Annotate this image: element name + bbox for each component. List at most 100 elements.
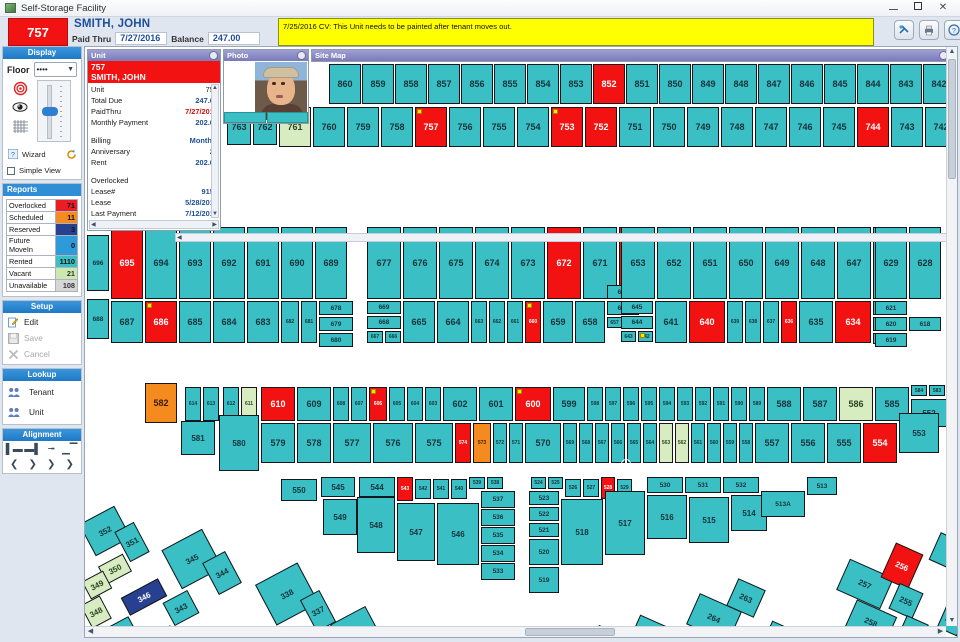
help-button[interactable]: ? (944, 20, 960, 40)
map-unit[interactable]: 679 (319, 317, 353, 331)
unit-panel-pin-icon[interactable] (209, 51, 218, 60)
map-unit[interactable]: 744 (857, 107, 889, 147)
nudge-right-icon[interactable]: ❯ (45, 458, 58, 471)
map-unit[interactable]: 645 (621, 301, 653, 314)
scroll-up-arrow[interactable]: ▲ (212, 85, 218, 91)
photo-tab-1[interactable] (224, 112, 266, 123)
map-unit[interactable]: 535 (481, 527, 515, 544)
map-unit[interactable]: 750 (653, 107, 685, 147)
map-unit[interactable]: 643 (621, 331, 636, 342)
map-unit[interactable]: 562 (675, 423, 689, 463)
map-unit[interactable]: 843 (890, 64, 922, 104)
map-unit[interactable]: 547 (397, 503, 435, 561)
inner-scroll-left-arrow[interactable]: ◀ (177, 234, 182, 241)
nudge-left-icon[interactable]: ❮ (8, 458, 21, 471)
report-row[interactable]: Future MoveIn 0 (6, 235, 78, 256)
map-unit[interactable]: 348 (85, 595, 112, 629)
map-unit[interactable]: 523 (529, 491, 559, 505)
map-unit[interactable]: 664 (437, 301, 469, 343)
map-unit[interactable]: 517 (605, 491, 645, 555)
map-unit[interactable]: 542 (415, 479, 431, 499)
map-unit[interactable]: 687 (111, 301, 143, 343)
current-unit-badge[interactable]: 757 (8, 18, 68, 46)
map-unit[interactable]: 573 (473, 423, 491, 463)
paid-thru-value[interactable]: 7/27/2016 (115, 32, 168, 45)
setup-item-edit[interactable]: Edit (5, 314, 79, 330)
tools-button[interactable] (894, 20, 914, 40)
map-unit[interactable]: 515 (689, 497, 729, 543)
map-unit[interactable]: 549 (323, 499, 357, 535)
map-unit[interactable]: 513A (761, 491, 805, 517)
map-scroll-left[interactable]: ◀ (85, 627, 96, 637)
align-left-icon[interactable]: ▌▬ (6, 443, 23, 456)
scroll-left-arrow[interactable]: ◀ (91, 221, 96, 228)
map-unit[interactable]: 599 (553, 387, 585, 421)
sitemap-inner-hscrollbar[interactable]: ◀ ▶ (175, 233, 955, 242)
map-unit[interactable]: 525 (548, 477, 563, 489)
floor-select[interactable]: •••• ▼ (33, 62, 77, 77)
map-unit[interactable]: 682 (281, 301, 299, 343)
map-unit[interactable]: 539 (469, 477, 485, 489)
map-unit[interactable]: 850 (659, 64, 691, 104)
nudge-up-icon[interactable]: ❯ (63, 458, 76, 471)
map-unit[interactable]: 605 (389, 387, 405, 421)
map-unit[interactable]: 567 (595, 423, 609, 463)
map-unit[interactable]: 845 (824, 64, 856, 104)
map-unit[interactable]: 662 (489, 301, 505, 343)
map-unit[interactable]: 582 (145, 383, 177, 423)
map-unit[interactable]: 747 (755, 107, 787, 147)
map-unit[interactable]: 513 (807, 477, 837, 495)
map-unit[interactable]: 540 (451, 479, 467, 499)
map-unit[interactable]: 566 (611, 423, 625, 463)
map-unit[interactable]: 603 (425, 387, 441, 421)
map-unit[interactable]: 532 (723, 477, 759, 493)
maximize-button[interactable] (912, 2, 924, 14)
map-unit[interactable]: 844 (857, 64, 889, 104)
map-unit[interactable]: 859 (362, 64, 394, 104)
simple-view-checkbox[interactable] (7, 166, 15, 175)
map-unit[interactable]: 563 (659, 423, 673, 463)
map-unit[interactable]: 588 (767, 387, 801, 421)
map-unit[interactable]: 564 (643, 423, 657, 463)
map-unit[interactable]: 577 (333, 423, 371, 463)
lookup-item-unit[interactable]: Unit (5, 402, 79, 422)
map-unit[interactable]: 548 (357, 497, 395, 553)
map-unit[interactable]: 684 (213, 301, 245, 343)
unit-panel-vscrollbar[interactable]: ▲ ▼ (211, 84, 219, 218)
map-unit[interactable]: 541 (433, 479, 449, 499)
map-unit[interactable]: 696 (87, 235, 109, 291)
map-unit[interactable]: 572 (493, 423, 507, 463)
minimize-button[interactable] (887, 2, 899, 14)
map-unit[interactable]: 569 (563, 423, 577, 463)
map-unit[interactable]: 759 (347, 107, 379, 147)
map-hscroll-thumb[interactable] (525, 628, 615, 636)
map-unit[interactable]: 667 (367, 331, 383, 343)
map-unit[interactable]: 570 (525, 423, 561, 463)
map-unit[interactable]: 598 (587, 387, 603, 421)
map-unit[interactable]: 538 (487, 477, 503, 489)
map-scroll-right[interactable]: ▶ (935, 627, 946, 637)
slider-thumb[interactable] (42, 107, 58, 116)
map-unit[interactable]: 593 (677, 387, 693, 421)
map-unit[interactable]: 688 (87, 299, 109, 339)
map-unit[interactable]: 610 (261, 387, 295, 421)
map-unit[interactable]: 853 (560, 64, 592, 104)
map-unit[interactable]: 554 (863, 423, 897, 463)
map-unit[interactable]: 620 (875, 317, 907, 331)
map-unit[interactable]: 600 (515, 387, 551, 421)
map-scroll-down[interactable]: ▼ (947, 616, 957, 626)
map-unit[interactable]: 621 (875, 301, 907, 315)
map-unit[interactable]: 565 (627, 423, 641, 463)
align-top-icon[interactable]: ╼ (45, 443, 58, 456)
map-unit[interactable]: 695 (111, 227, 143, 299)
map-unit[interactable]: 589 (749, 387, 765, 421)
map-unit[interactable]: 694 (145, 227, 177, 299)
map-vertical-scrollbar[interactable]: ▲ ▼ (946, 47, 957, 626)
map-unit[interactable]: 594 (659, 387, 675, 421)
map-unit[interactable]: 255 (888, 582, 924, 620)
map-unit[interactable]: 669 (367, 301, 401, 314)
map-unit[interactable]: 638 (745, 301, 761, 343)
wizard-label[interactable]: Wizard (22, 150, 46, 159)
map-unit[interactable]: 568 (579, 423, 593, 463)
map-unit[interactable]: 530 (647, 477, 683, 493)
